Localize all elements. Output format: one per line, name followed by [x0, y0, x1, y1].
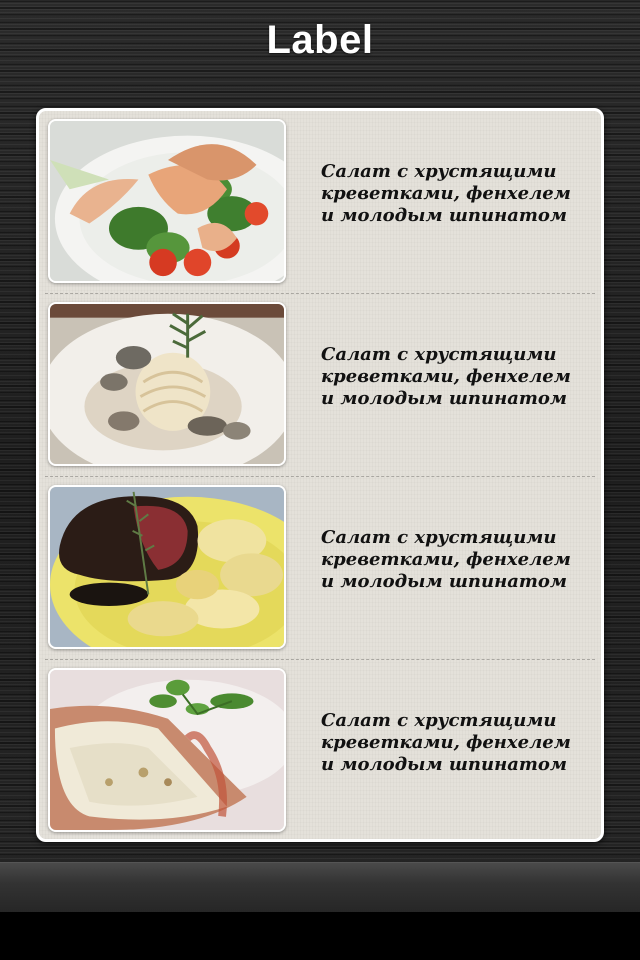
dish-description: Салат с хрустящими креветками, фенхелем …	[321, 527, 571, 592]
app-screen: Label Салат с хрустящими креветками, фен…	[0, 0, 640, 960]
dish-photo-shrimp-salad[interactable]	[48, 119, 286, 283]
menu-item-2[interactable]: Салат с хрустящими креветками, фенхелем …	[39, 294, 601, 477]
page-title: Label	[266, 18, 374, 62]
menu-item-1[interactable]: Салат с хрустящими креветками, фенхелем …	[39, 111, 601, 294]
shrimp-salad-image	[50, 121, 284, 281]
bottom-edge	[0, 912, 640, 960]
dish-photo-baked[interactable]	[48, 668, 286, 832]
dish-photo-steak[interactable]	[48, 485, 286, 649]
baked-dish-image	[50, 670, 284, 830]
dish-description: Салат с хрустящими креветками, фенхелем …	[321, 710, 571, 775]
steak-image	[50, 487, 284, 647]
pasta-image	[50, 304, 284, 464]
dish-description: Салат с хрустящими креветками, фенхелем …	[321, 344, 571, 409]
menu-item-4[interactable]: Салат с хрустящими креветками, фенхелем …	[39, 660, 601, 839]
menu-card: Салат с хрустящими креветками, фенхелем …	[36, 108, 604, 842]
bottom-toolbar	[0, 862, 640, 913]
menu-item-3[interactable]: Салат с хрустящими креветками, фенхелем …	[39, 477, 601, 660]
menu-list[interactable]: Салат с хрустящими креветками, фенхелем …	[39, 111, 601, 839]
dish-photo-pasta[interactable]	[48, 302, 286, 466]
dish-description: Салат с хрустящими креветками, фенхелем …	[321, 161, 571, 226]
